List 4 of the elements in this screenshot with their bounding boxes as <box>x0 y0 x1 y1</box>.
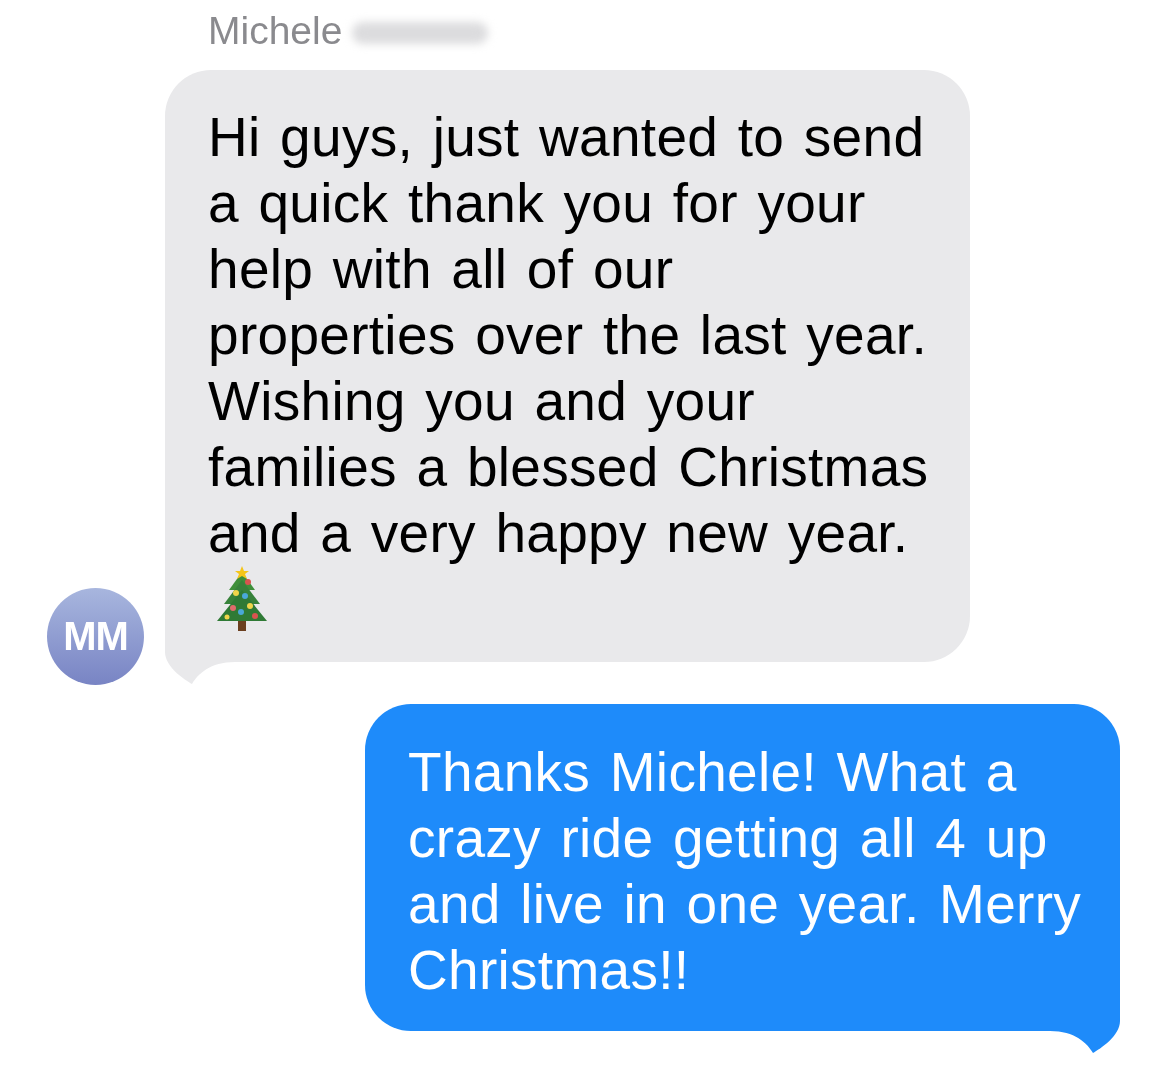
message-text: Thanks Michele! What a crazy ride getting all 4 up and live in one year. Merry Christmas!! <box>408 740 1083 1003</box>
avatar: MM <box>47 588 144 685</box>
message-text: Hi guys, just wanted to send a quick thank you for your help with all of our properties over the last year. Wishing you and your families a blessed Christmas and a very happy new year. <box>208 105 930 566</box>
sender-name: Michele <box>208 8 343 54</box>
